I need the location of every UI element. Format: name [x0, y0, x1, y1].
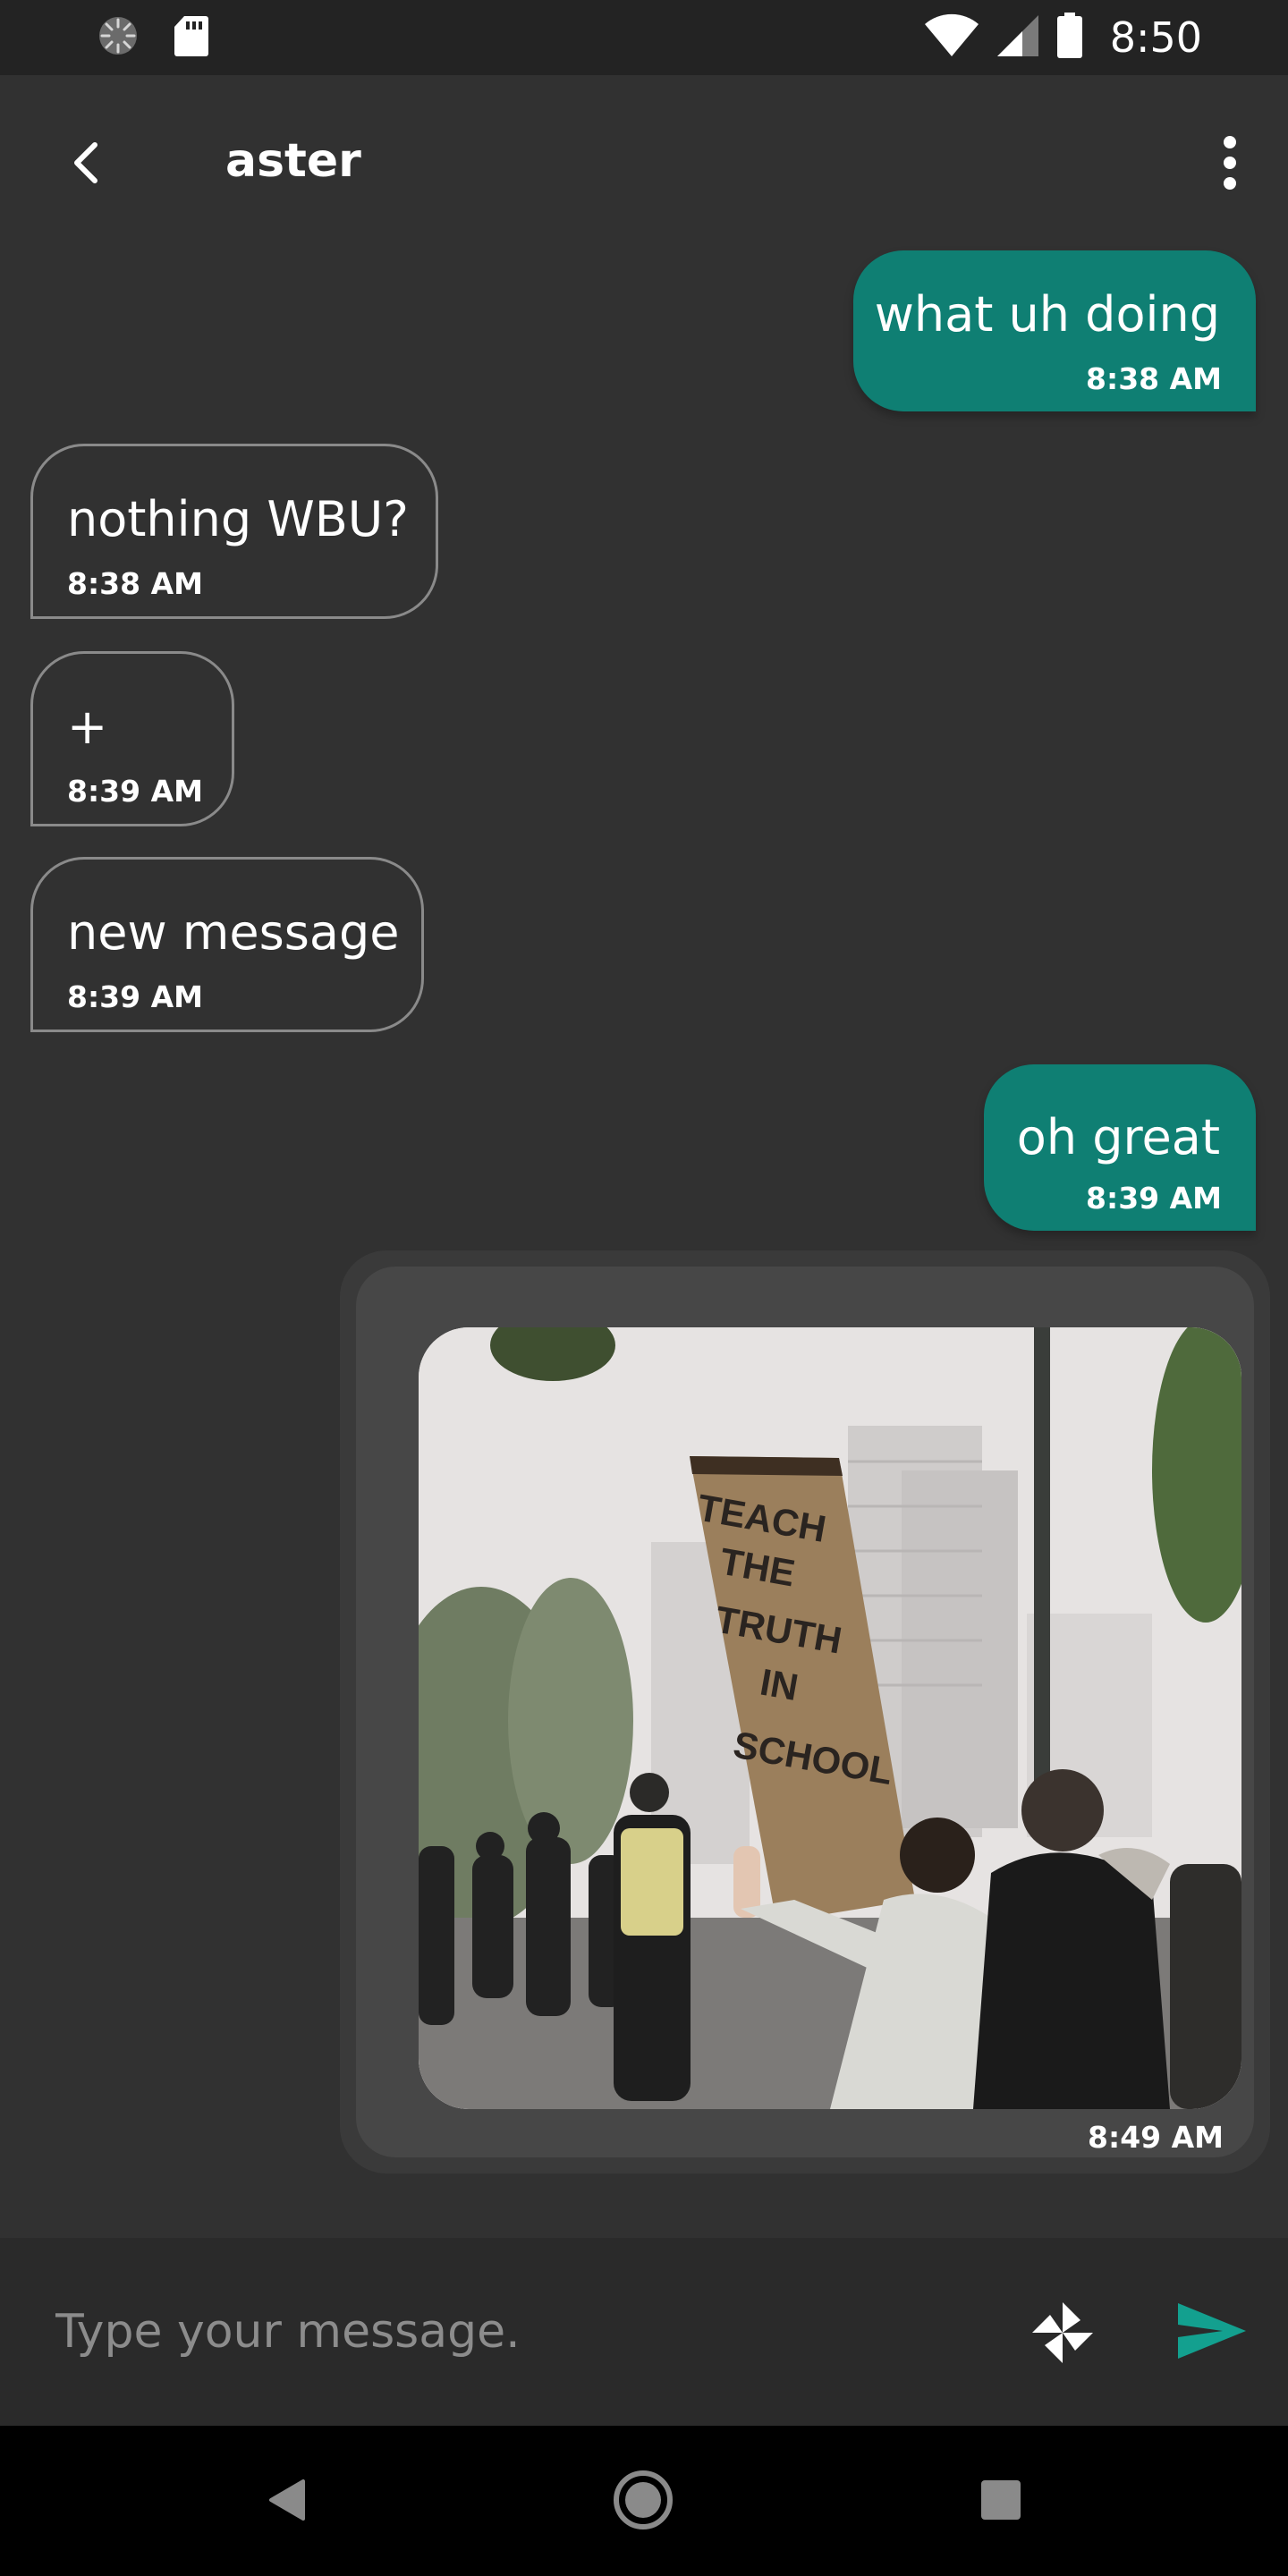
more-vertical-icon — [1221, 134, 1239, 195]
message-bubble-outgoing[interactable]: oh great 8:39 AM — [984, 1064, 1256, 1231]
nav-back-icon — [266, 2478, 309, 2526]
message-text: what uh doing — [874, 286, 1220, 343]
message-input[interactable] — [55, 2301, 950, 2363]
back-button[interactable] — [54, 129, 116, 200]
status-time: 8:50 — [1109, 13, 1202, 62]
nav-home-icon — [612, 2469, 674, 2535]
message-bubble-incoming[interactable]: + 8:39 AM — [30, 651, 234, 826]
more-options-button[interactable] — [1199, 129, 1261, 200]
message-time: 8:39 AM — [67, 979, 203, 1014]
nav-back-button[interactable] — [247, 2462, 327, 2542]
sd-card-icon — [174, 14, 209, 61]
message-time: 8:39 AM — [67, 774, 203, 809]
nav-home-button[interactable] — [603, 2462, 683, 2542]
chat-title: aster — [225, 134, 361, 188]
message-time: 8:38 AM — [1086, 361, 1222, 396]
message-time: 8:49 AM — [1088, 2120, 1224, 2155]
wifi-icon — [924, 13, 979, 62]
app-bar: aster — [0, 75, 1288, 254]
message-composer — [0, 2238, 1288, 2426]
system-nav-bar — [0, 2426, 1288, 2576]
message-bubble-incoming[interactable]: new message 8:39 AM — [30, 857, 424, 1032]
message-text: oh great — [1016, 1109, 1220, 1165]
svg-text:IN: IN — [757, 1661, 801, 1709]
protest-photo[interactable]: TEACH THE TRUTH IN SCHOOL — [419, 1327, 1241, 2109]
image-message-inner: TEACH THE TRUTH IN SCHOOL 8:49 AM — [356, 1267, 1254, 2157]
status-bar: 8:50 — [0, 0, 1288, 75]
message-bubble-outgoing[interactable]: what uh doing 8:38 AM — [853, 250, 1256, 411]
message-text: new message — [67, 904, 400, 961]
message-text: + — [67, 699, 108, 755]
message-bubble-incoming[interactable]: nothing WBU? 8:38 AM — [30, 444, 438, 619]
send-icon — [1176, 2301, 1248, 2364]
message-time: 8:39 AM — [1086, 1181, 1222, 1216]
message-text: nothing WBU? — [67, 491, 409, 547]
attach-button[interactable] — [1025, 2297, 1100, 2372]
chevron-left-icon — [70, 140, 100, 190]
nav-recents-button[interactable] — [961, 2462, 1041, 2542]
message-time: 8:38 AM — [67, 566, 203, 601]
sync-icon — [97, 14, 140, 61]
cell-signal-icon — [996, 13, 1040, 62]
pinwheel-icon — [1029, 2299, 1097, 2370]
battery-icon — [1056, 13, 1083, 63]
nav-recents-icon — [979, 2479, 1022, 2525]
image-message[interactable]: TEACH THE TRUTH IN SCHOOL 8:49 AM — [340, 1250, 1270, 2174]
send-button[interactable] — [1172, 2295, 1252, 2370]
